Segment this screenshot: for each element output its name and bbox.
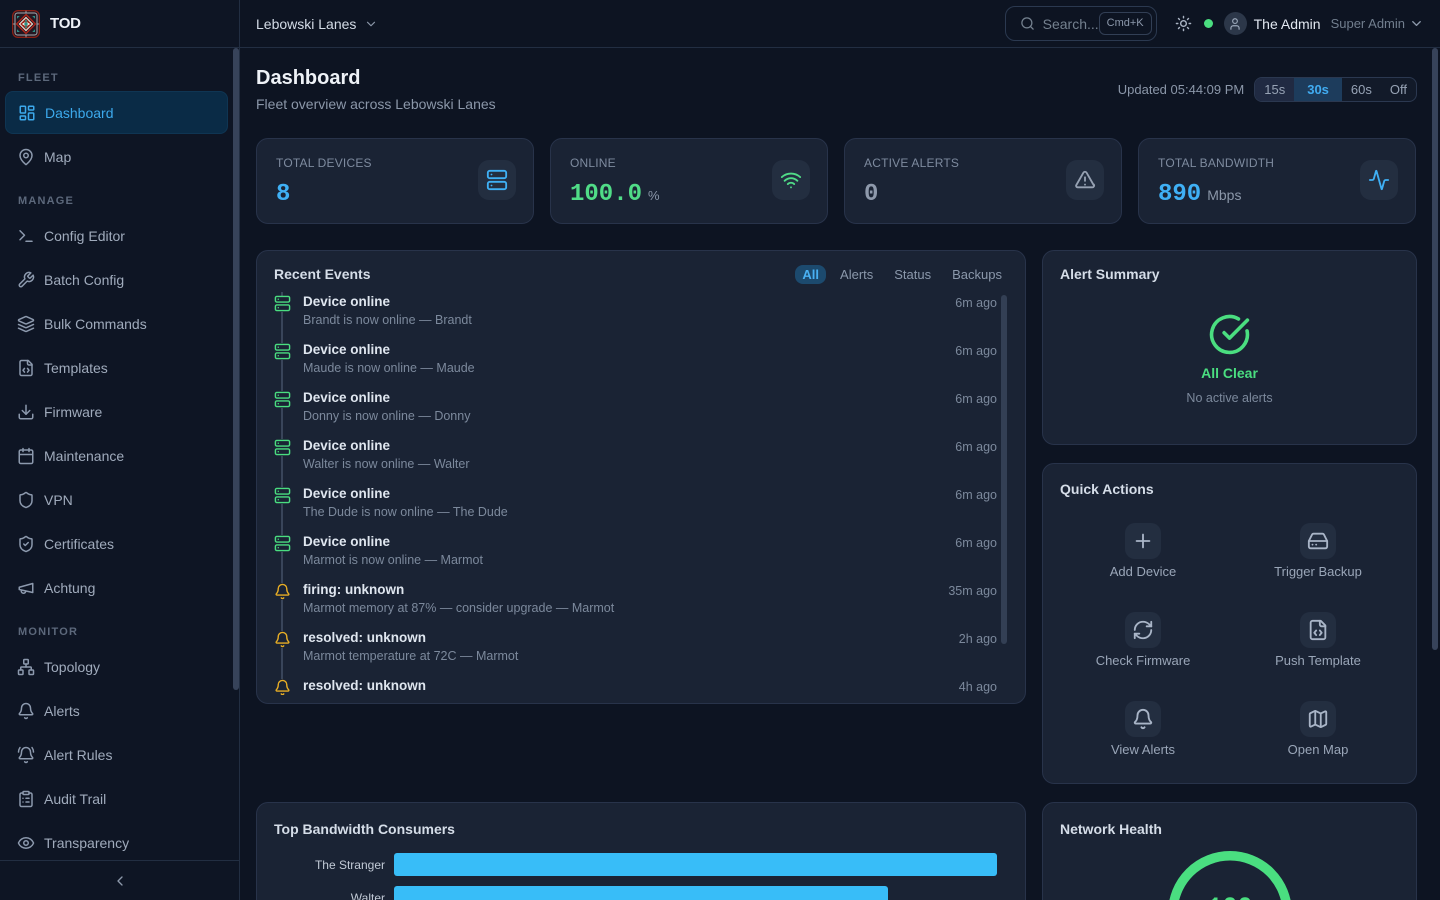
svg-text:100: 100 — [1207, 893, 1252, 900]
